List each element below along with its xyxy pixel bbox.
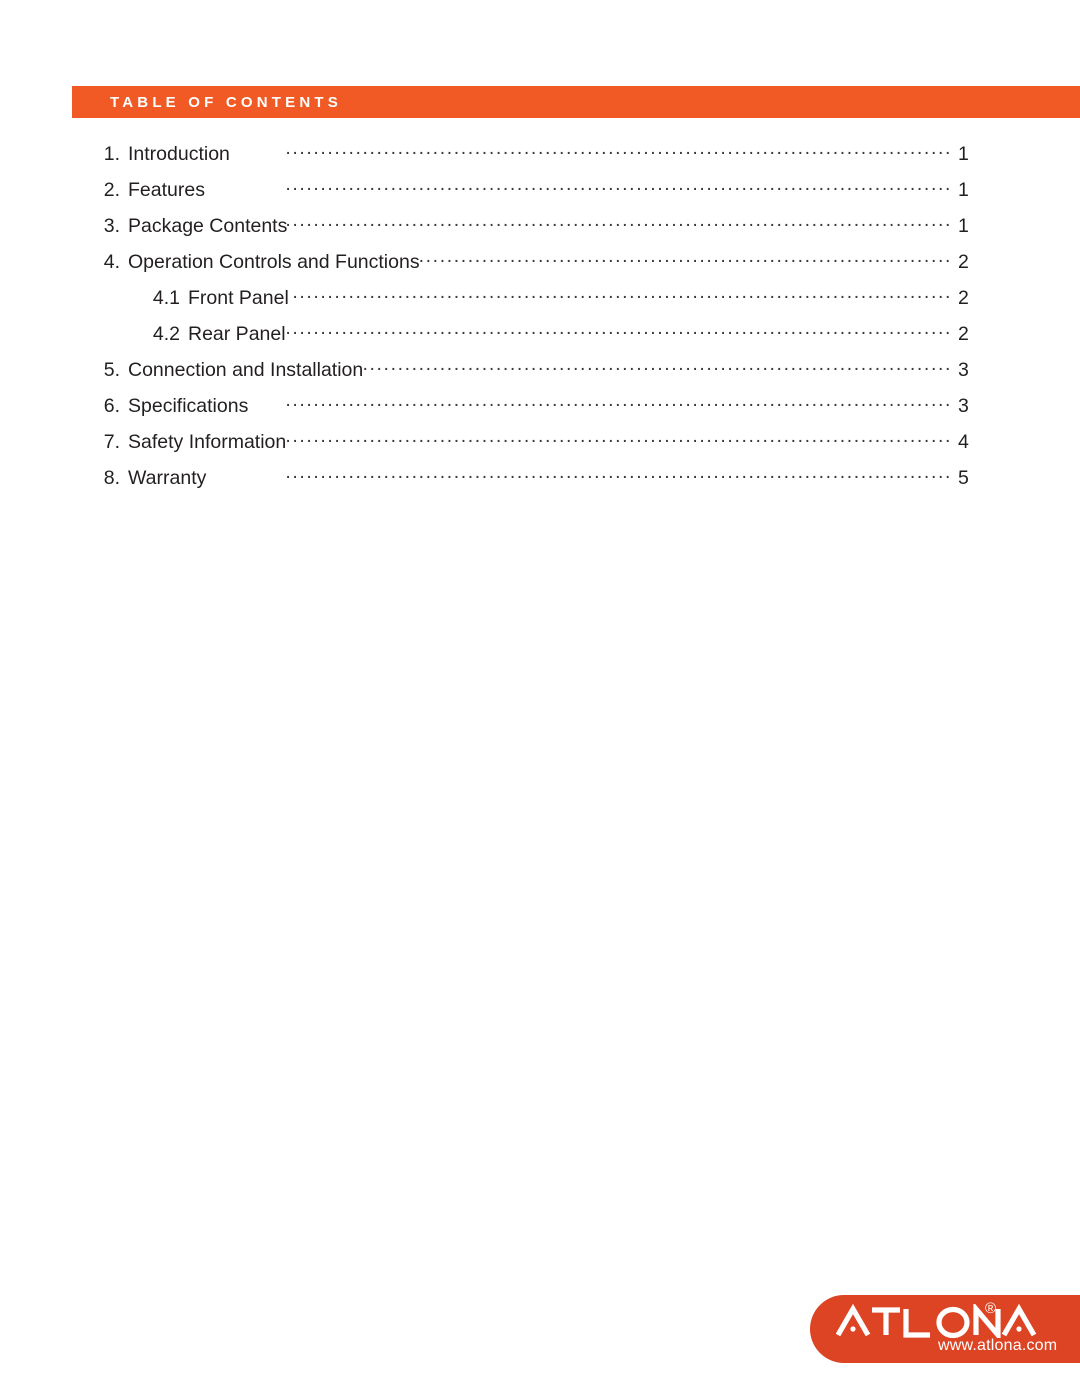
toc-entry-title: Rear Panel: [188, 322, 286, 345]
toc-dot-leader: [205, 176, 952, 196]
toc-entry-title: Front Panel: [188, 286, 289, 309]
toc-dot-leader: [206, 464, 952, 484]
toc-entry-page-number: 2: [958, 250, 969, 273]
toc-entry[interactable]: 1. Introduction 1: [72, 140, 992, 176]
toc-entry-page-number: 2: [958, 286, 969, 309]
toc-entry[interactable]: 5. Connection and Installation 3: [72, 356, 992, 392]
atlona-logo: ® www.atlona.com: [810, 1295, 1080, 1363]
toc-dot-leader: [286, 428, 952, 448]
toc-dot-leader: [289, 284, 952, 304]
toc-entry[interactable]: 3. Package Contents 1: [72, 212, 992, 248]
toc-dot-leader: [420, 248, 952, 268]
toc-entry-page-number: 3: [958, 358, 969, 381]
toc-entry-number: 4.2: [152, 322, 180, 345]
toc-dot-leader: [287, 212, 952, 232]
toc-entry-number: 5.: [103, 358, 120, 381]
atlona-website-url: www.atlona.com: [938, 1337, 1058, 1354]
toc-entry-title: Specifications: [128, 394, 249, 417]
toc-entry[interactable]: 8. Warranty 5: [72, 464, 992, 500]
toc-entry-number: 4.1: [152, 286, 180, 309]
toc-entry-number: 7.: [103, 430, 120, 453]
toc-dot-leader: [230, 140, 952, 160]
toc-entry[interactable]: 7. Safety Information 4: [72, 428, 992, 464]
toc-entry-page-number: 1: [958, 214, 969, 237]
toc-entry-page-number: 1: [958, 142, 969, 165]
toc-dot-leader: [248, 392, 952, 412]
toc-entry[interactable]: 4.2 Rear Panel 2: [72, 320, 992, 356]
toc-entry-page-number: 1: [958, 178, 969, 201]
toc-dot-leader: [286, 320, 952, 340]
toc-entry-number: 3.: [103, 214, 120, 237]
toc-entry[interactable]: 2. Features 1: [72, 176, 992, 212]
toc-entry-title: Operation Controls and Functions: [128, 250, 420, 273]
atlona-wordmark-icon: [835, 1301, 1080, 1343]
page-title: TABLE OF CONTENTS: [110, 93, 342, 111]
toc-entry-page-number: 4: [958, 430, 969, 453]
toc-entry-number: 1.: [103, 142, 120, 165]
toc-entry-number: 6.: [103, 394, 120, 417]
toc-entry-number: 4.: [103, 250, 120, 273]
toc-entry-title: Warranty: [128, 466, 207, 489]
toc-entry-page-number: 2: [958, 322, 969, 345]
toc-entry-title: Safety Information: [128, 430, 287, 453]
toc-entry-title: Introduction: [128, 142, 230, 165]
toc-entry-title: Features: [128, 178, 205, 201]
toc-entry-number: 2.: [103, 178, 120, 201]
toc-dot-leader: [363, 356, 952, 376]
toc-entry-title: Connection and Installation: [128, 358, 364, 381]
toc-entry-page-number: 3: [958, 394, 969, 417]
section-header-bar: TABLE OF CONTENTS: [72, 86, 1080, 118]
toc-entry[interactable]: 4.1 Front Panel 2: [72, 284, 992, 320]
toc-entry-title: Package Contents: [128, 214, 288, 237]
table-of-contents: 1. Introduction 1 2. Features 1 3. Package Cont…: [72, 140, 992, 500]
toc-entry[interactable]: 6. Specifications 3: [72, 392, 992, 428]
toc-entry-number: 8.: [103, 466, 120, 489]
toc-entry[interactable]: 4. Operation Controls and Functions 2: [72, 248, 992, 284]
registered-trademark-icon: ®: [985, 1300, 997, 1317]
toc-entry-page-number: 5: [958, 466, 969, 489]
